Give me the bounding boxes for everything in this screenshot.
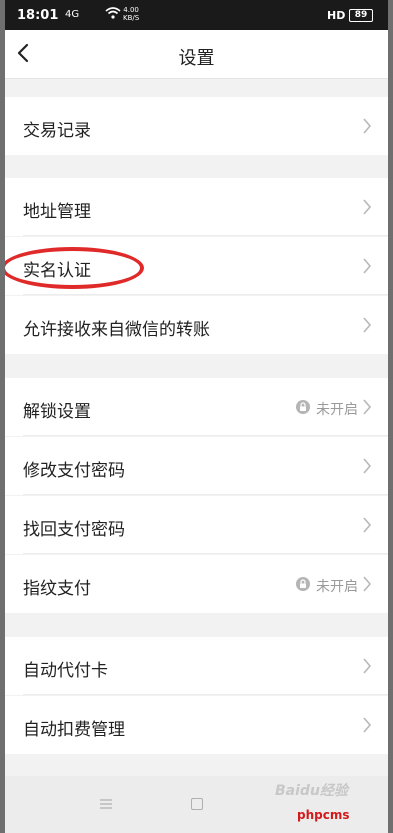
settings-item-change-password[interactable]: 修改支付密码 [5,437,388,495]
divider [23,553,388,554]
chevron-right-icon [363,576,372,592]
chevron-right-icon [363,199,372,215]
top-nav: 设置 [5,30,388,79]
status-text: 未开启 [316,402,358,418]
settings-item-label: 指纹支付 [23,579,91,599]
settings-item-address[interactable]: 地址管理 [5,178,388,236]
highlight-circle [5,247,144,289]
watermark-text: phpcms [297,808,350,822]
menu-icon[interactable] [99,798,113,810]
phone-screen: 18:01 4G 4.00 KB/S HD 89 设置 交易记录 地址管理 实名认… [5,0,388,833]
settings-item-fingerprint[interactable]: 指纹支付 未开启 [5,555,388,613]
status-text: 未开启 [316,579,358,595]
settings-item-transactions[interactable]: 交易记录 [5,97,388,155]
lock-icon [296,400,310,414]
settings-item-label: 自动扣费管理 [23,720,125,740]
home-icon[interactable] [191,798,203,810]
divider [23,294,388,295]
settings-item-label: 找回支付密码 [23,520,125,540]
chevron-right-icon [363,317,372,333]
chevron-right-icon [363,517,372,533]
settings-item-auto-pay-card[interactable]: 自动代付卡 [5,637,388,695]
watermark-logo: Baidu经验 [275,783,348,799]
lock-icon [296,577,310,591]
settings-item-auto-deduction[interactable]: 自动扣费管理 [5,696,388,754]
page-title: 设置 [178,48,215,69]
settings-item-label: 地址管理 [23,202,91,222]
divider [23,694,388,695]
status-bar: 18:01 4G 4.00 KB/S HD 89 [5,0,388,30]
settings-item-wechat-transfer[interactable]: 允许接收来自微信的转账 [5,296,388,354]
settings-item-label: 自动代付卡 [23,661,108,681]
settings-item-label: 解锁设置 [23,402,91,422]
hd-indicator: HD [327,9,346,22]
battery-icon: 89 [349,9,373,22]
settings-item-label: 修改支付密码 [23,461,125,481]
settings-item-recover-password[interactable]: 找回支付密码 [5,496,388,554]
chevron-right-icon [363,118,372,134]
chevron-right-icon [363,717,372,733]
chevron-right-icon [363,458,372,474]
status-time: 18:01 [17,8,59,23]
network-speed: 4.00 KB/S [123,6,139,22]
settings-item-unlock[interactable]: 解锁设置 未开启 [5,378,388,436]
divider [23,494,388,495]
chevron-right-icon [363,399,372,415]
wifi-icon [105,6,121,24]
divider [23,235,388,236]
settings-item-label: 交易记录 [23,121,91,141]
speed-value: 4.00 [123,6,139,14]
chevron-right-icon [363,258,372,274]
signal-indicator: 4G [65,9,80,20]
chevron-right-icon [363,658,372,674]
divider [23,435,388,436]
settings-item-label: 允许接收来自微信的转账 [23,320,210,340]
speed-unit: KB/S [123,14,140,22]
